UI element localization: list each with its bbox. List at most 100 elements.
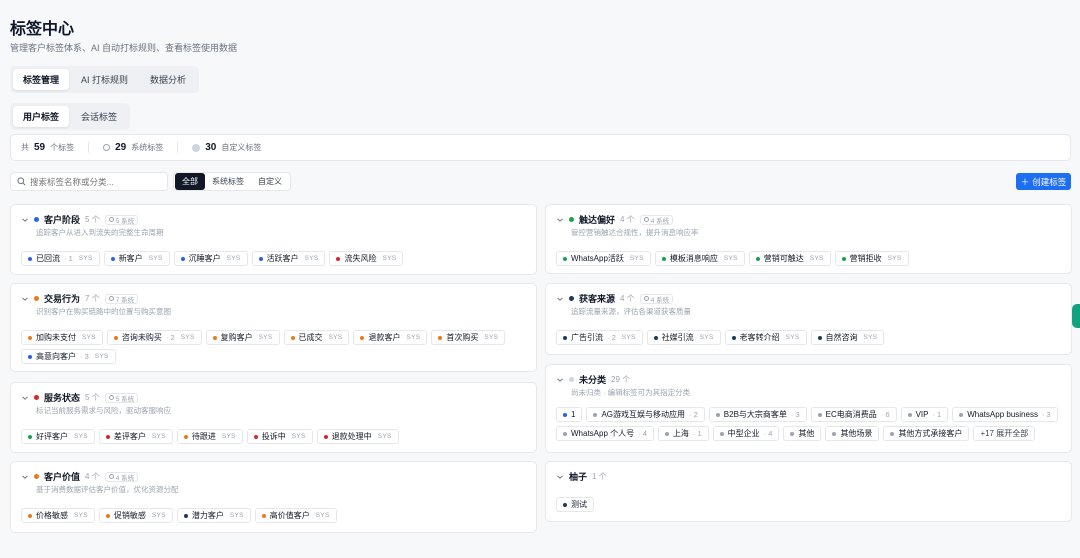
chevron-down-icon[interactable] <box>556 295 564 303</box>
create-tag-button[interactable]: ＋ 创建标签 <box>1016 173 1071 190</box>
tag-chip[interactable]: 好评客户 SYS <box>21 429 95 444</box>
tag-chip[interactable]: 潜力客户 SYS <box>176 508 251 523</box>
tag-chip[interactable]: 测试 <box>556 497 594 512</box>
tag-chip[interactable]: 价格敏感 SYS <box>21 508 95 523</box>
tag-sys-label: SYS <box>809 255 824 262</box>
tag-chip[interactable]: 首次购买 SYS <box>431 330 506 345</box>
card-header[interactable]: 触达偏好 4 个 4 系统 <box>556 213 674 226</box>
tag-chip[interactable]: 其他场景 <box>825 426 880 441</box>
filter-custom[interactable]: 自定义 <box>251 173 289 190</box>
system-ring-icon <box>108 296 114 301</box>
side-panel-handle[interactable] <box>1072 304 1080 328</box>
card-header[interactable]: 客户阶段 5 个 5 系统 <box>21 213 139 226</box>
tag-chip[interactable]: 复购客户 SYS <box>205 330 280 345</box>
tag-dot <box>253 434 258 439</box>
tag-chip[interactable]: 咨询未购买 · 2 SYS <box>106 330 202 345</box>
expand-all-button[interactable]: +17 展开全部 <box>973 426 1036 441</box>
stat-system-label: 系统标签 <box>131 143 164 152</box>
tag-chip[interactable]: 退款处理中 SYS <box>316 429 399 444</box>
tag-chip[interactable]: 投诉中 SYS <box>246 429 313 444</box>
tab-ai-rules[interactable]: AI 打标规则 <box>71 69 138 90</box>
tag-chip[interactable]: 广告引流 · 2 SYS <box>556 330 643 345</box>
tag-chip[interactable]: EC电商消费品 · 6 <box>810 407 897 422</box>
search-input[interactable] <box>30 176 165 187</box>
tag-chip[interactable]: 自然咨询 SYS <box>810 330 885 345</box>
tag-chip[interactable]: 高价值客户 SYS <box>254 508 337 523</box>
tag-chip[interactable]: 营销拒收 SYS <box>834 251 909 266</box>
category-count: 5 个 <box>85 393 100 402</box>
tag-sys-label: SYS <box>304 255 319 262</box>
system-ring-icon <box>103 144 111 151</box>
category-count: 4 个 <box>85 472 100 481</box>
chevron-down-icon[interactable] <box>556 473 564 481</box>
chevron-down-icon[interactable] <box>21 216 29 224</box>
tag-sys-label: SYS <box>221 433 236 440</box>
tag-dot <box>360 335 365 340</box>
card-header[interactable]: 未分类 29 个 <box>556 373 630 386</box>
tag-count: · 4 <box>763 429 773 438</box>
tag-chip[interactable]: 退款客户 SYS <box>353 330 428 345</box>
tag-chip[interactable]: 营销可触达 SYS <box>748 251 831 266</box>
tag-chip[interactable]: 高意向客户 · 3 SYS <box>21 349 116 364</box>
tag-dot <box>438 335 443 340</box>
tag-chip[interactable]: 活跃客户 SYS <box>251 251 326 266</box>
tag-chip[interactable]: 已回流 · 1 SYS <box>21 251 100 266</box>
card-header[interactable]: 交易行为 7 个 7 系统 <box>21 292 139 305</box>
tab-data-analysis[interactable]: 数据分析 <box>140 69 196 90</box>
tag-chip[interactable]: 流失风险 SYS <box>329 251 404 266</box>
filter-system[interactable]: 系统标签 <box>205 173 251 190</box>
tag-name: 好评客户 <box>36 432 68 441</box>
tag-dot <box>183 434 188 439</box>
tag-chip[interactable]: 中型企业 · 4 <box>712 426 780 441</box>
chevron-down-icon[interactable] <box>556 376 564 384</box>
tag-chip[interactable]: 待跟进 SYS <box>176 429 243 444</box>
chevron-down-icon[interactable] <box>21 473 29 481</box>
tag-count: · 1 <box>692 429 702 438</box>
tag-chip[interactable]: AG游戏互娱与移动应用 · 2 <box>586 407 705 422</box>
tag-chip[interactable]: 差评客户 SYS <box>98 429 173 444</box>
tag-chip[interactable]: WhatsApp活跃 SYS <box>556 251 651 266</box>
tab-tag-management[interactable]: 标签管理 <box>13 69 70 90</box>
tag-dot <box>832 431 837 436</box>
tag-name: 投诉中 <box>261 432 286 441</box>
category-description: 追踪流量来源，评估各渠道获客质量 <box>571 307 691 316</box>
tag-dot <box>28 335 32 340</box>
card-header[interactable]: 客户价值 4 个 4 系统 <box>21 470 139 483</box>
category-count: 7 个 <box>85 294 100 303</box>
tag-chip[interactable]: WhatsApp business · 3 <box>952 407 1058 422</box>
tag-chip[interactable]: 上海 · 1 <box>657 426 709 441</box>
tag-chip[interactable]: 社媒引流 SYS <box>646 330 721 345</box>
tag-count: · 2 <box>165 333 175 342</box>
tag-sys-label: SYS <box>180 334 195 341</box>
tag-chip[interactable]: 其他 <box>783 426 822 441</box>
category-dot <box>569 296 574 301</box>
tag-chip[interactable]: 已成交 SYS <box>283 330 350 345</box>
tag-chip[interactable]: 加购未支付 SYS <box>21 330 103 345</box>
tag-dot <box>258 256 263 261</box>
card-header[interactable]: 服务状态 5 个 5 系统 <box>21 391 139 404</box>
card-header[interactable]: 获客来源 4 个 4 系统 <box>556 292 674 305</box>
chevron-down-icon[interactable] <box>21 394 29 402</box>
tag-chip[interactable]: 模板消息响应 SYS <box>654 251 745 266</box>
chevron-down-icon[interactable] <box>556 216 564 224</box>
tag-chip[interactable]: 新客户 SYS <box>103 251 170 266</box>
tag-chip[interactable]: 促销敏感 SYS <box>98 508 173 523</box>
tab-user-tags[interactable]: 用户标签 <box>13 106 70 127</box>
filter-all[interactable]: 全部 <box>175 173 205 190</box>
tab-session-tags[interactable]: 会话标签 <box>71 106 127 127</box>
tag-chip[interactable]: 老客转介绍 SYS <box>724 330 807 345</box>
tag-chip[interactable]: 1 <box>556 407 583 422</box>
tag-chip[interactable]: VIP · 1 <box>900 407 949 422</box>
tag-chip[interactable]: 其他方式承接客户 <box>883 426 970 441</box>
tag-dot <box>113 335 118 340</box>
tag-name: 潜力客户 <box>191 511 224 520</box>
tag-chip[interactable]: 沉睡客户 SYS <box>173 251 248 266</box>
tag-chip[interactable]: B2B与大宗商客单 · 3 <box>708 407 807 422</box>
system-ring-icon <box>108 474 114 479</box>
tag-dot <box>563 335 567 340</box>
tag-chip[interactable]: WhatsApp 个人号 · 4 <box>556 426 654 441</box>
search-box[interactable] <box>10 172 168 191</box>
card-header[interactable]: 柚子 1 个 <box>556 470 607 483</box>
tag-list: 测试 <box>556 497 1063 512</box>
chevron-down-icon[interactable] <box>21 295 29 303</box>
